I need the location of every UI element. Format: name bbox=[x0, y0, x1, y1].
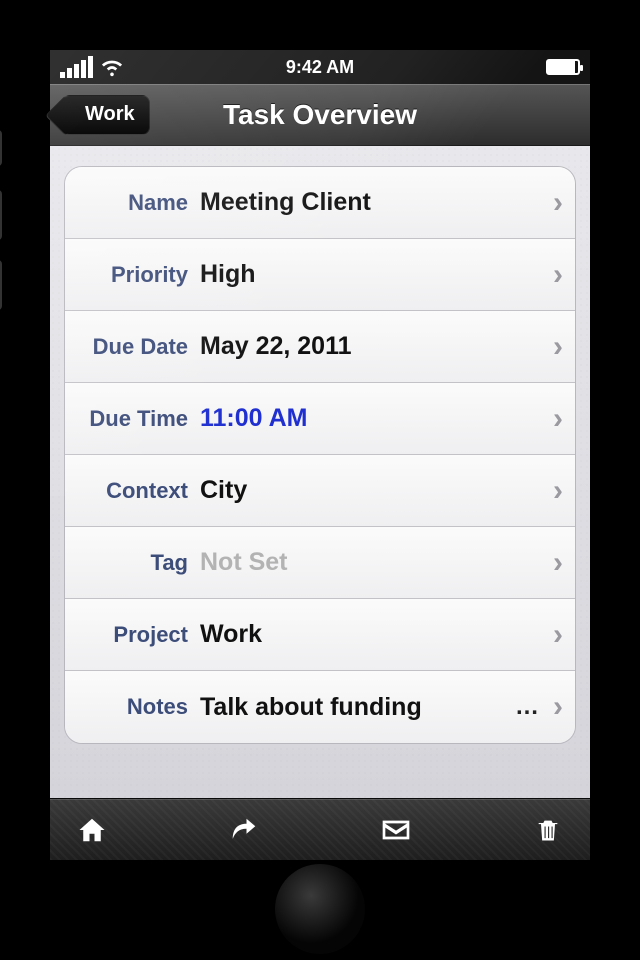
back-button[interactable]: Work bbox=[62, 95, 150, 135]
row-label: Priority bbox=[65, 262, 200, 288]
row-value: May 22, 2011 bbox=[200, 332, 547, 361]
row-context[interactable]: Context City › bbox=[65, 455, 575, 527]
screen: 9:42 AM Work Task Overview Name Meeting … bbox=[50, 50, 590, 860]
status-time: 9:42 AM bbox=[286, 57, 354, 78]
nav-bar: Work Task Overview bbox=[50, 84, 590, 146]
chevron-right-icon: › bbox=[547, 690, 563, 724]
chevron-right-icon: › bbox=[547, 186, 563, 220]
row-label: Project bbox=[65, 622, 200, 648]
share-button[interactable] bbox=[224, 810, 264, 850]
status-bar: 9:42 AM bbox=[50, 50, 590, 84]
hardware-home-button bbox=[275, 864, 365, 954]
row-value: Work bbox=[200, 620, 547, 649]
volume-up-button bbox=[0, 190, 2, 240]
row-value: Not Set bbox=[200, 548, 547, 577]
row-priority[interactable]: Priority High › bbox=[65, 239, 575, 311]
content: Name Meeting Client › Priority High › Du… bbox=[50, 146, 590, 798]
trash-icon bbox=[534, 816, 562, 844]
trash-button[interactable] bbox=[528, 810, 568, 850]
back-button-label: Work bbox=[85, 103, 135, 126]
row-project[interactable]: Project Work › bbox=[65, 599, 575, 671]
toolbar bbox=[50, 798, 590, 860]
share-icon bbox=[229, 815, 259, 845]
row-value: City bbox=[200, 476, 547, 505]
mail-button[interactable] bbox=[376, 810, 416, 850]
row-value: Meeting Client bbox=[200, 188, 547, 217]
chevron-right-icon: › bbox=[547, 258, 563, 292]
row-label: Name bbox=[65, 190, 200, 216]
row-due-time[interactable]: Due Time 11:00 AM › bbox=[65, 383, 575, 455]
row-value: Talk about funding bbox=[200, 693, 507, 722]
mail-icon bbox=[380, 814, 412, 846]
row-label: Due Date bbox=[65, 334, 200, 360]
phone-body: 9:42 AM Work Task Overview Name Meeting … bbox=[0, 0, 640, 960]
row-value: 11:00 AM bbox=[200, 404, 547, 433]
silent-switch bbox=[0, 130, 2, 166]
wifi-icon bbox=[101, 56, 123, 78]
row-due-date[interactable]: Due Date May 22, 2011 › bbox=[65, 311, 575, 383]
chevron-right-icon: › bbox=[547, 330, 563, 364]
row-label: Notes bbox=[65, 694, 200, 720]
row-name[interactable]: Name Meeting Client › bbox=[65, 167, 575, 239]
chevron-right-icon: › bbox=[547, 618, 563, 652]
home-icon bbox=[77, 815, 107, 845]
chevron-right-icon: › bbox=[547, 402, 563, 436]
volume-down-button bbox=[0, 260, 2, 310]
chevron-right-icon: › bbox=[547, 474, 563, 508]
home-button[interactable] bbox=[72, 810, 112, 850]
row-label: Tag bbox=[65, 550, 200, 576]
ellipsis-icon: … bbox=[507, 693, 547, 721]
row-label: Context bbox=[65, 478, 200, 504]
row-tag[interactable]: Tag Not Set › bbox=[65, 527, 575, 599]
detail-card: Name Meeting Client › Priority High › Du… bbox=[64, 166, 576, 744]
row-notes[interactable]: Notes Talk about funding … › bbox=[65, 671, 575, 743]
row-label: Due Time bbox=[65, 406, 200, 432]
chevron-right-icon: › bbox=[547, 546, 563, 580]
signal-bars-icon bbox=[60, 56, 93, 78]
row-value: High bbox=[200, 260, 547, 289]
status-left bbox=[60, 56, 123, 78]
battery-icon bbox=[546, 59, 580, 75]
